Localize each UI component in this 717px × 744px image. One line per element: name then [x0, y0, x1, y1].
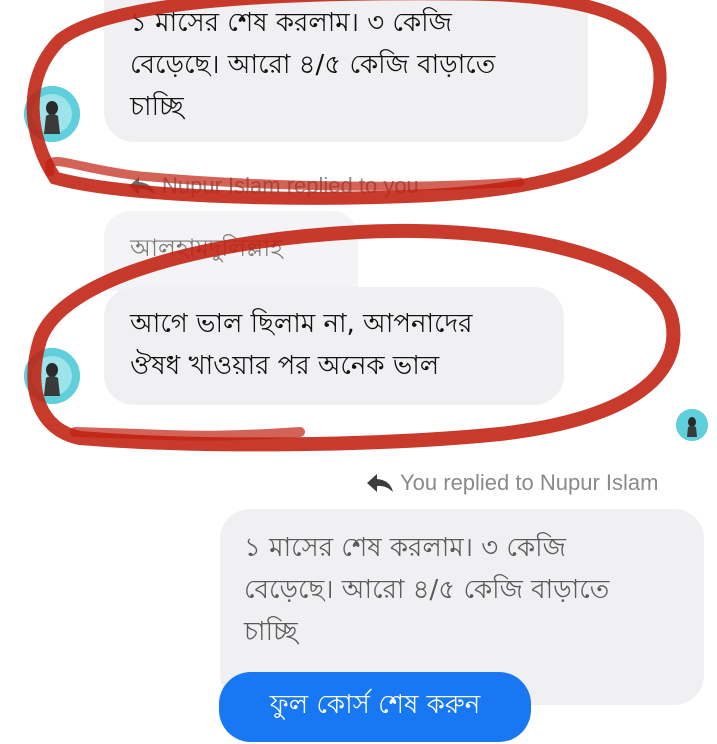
annotation-circle-bottom-stroke2 [70, 427, 305, 441]
quoted-message-text: আলহামদুলিল্লাহ [130, 234, 283, 262]
quoted-outgoing-line1: ১ মাসের শেষ করলাম। ৩ কেজি [244, 533, 566, 563]
avatar-icon [24, 86, 80, 142]
quoted-outgoing-line3: চাচ্ছি [244, 617, 298, 647]
avatar-icon [676, 409, 708, 441]
incoming-message-1-line1: ১ মাসের শেষ করলাম। ৩ কেজি [130, 8, 452, 38]
reply-note-1-text: Nupur Islam replied to you [162, 173, 419, 198]
reply-arrow-icon [367, 474, 393, 492]
incoming-message-1[interactable]: ১ মাসের শেষ করলাম। ৩ কেজি বেড়েছে। আরো ৪… [104, 0, 588, 142]
incoming-message-2[interactable]: আগে ভাল ছিলাম না, আপনাদের ঔষধ খাওয়ার পর… [104, 287, 564, 405]
sender-avatar-1[interactable] [24, 86, 80, 142]
avatar-icon [24, 348, 80, 404]
reply-note-2: You replied to Nupur Islam [366, 470, 658, 496]
incoming-message-2-line2: ঔষধ খাওয়ার পর অনেক ভাল [130, 351, 440, 381]
incoming-message-1-line2: বেড়েছে। আরো ৪/৫ কেজি বাড়াতে [130, 50, 496, 80]
reply-note-1: Nupur Islam replied to you [128, 173, 419, 199]
reply-arrow-icon [129, 177, 155, 195]
outgoing-message[interactable]: ফুল কোর্স শেষ করুন [219, 672, 531, 742]
seen-avatar [676, 409, 708, 441]
quoted-outgoing-line2: বেড়েছে। আরো ৪/৫ কেজি বাড়াতে [244, 575, 610, 605]
quoted-message[interactable]: আলহামদুলিল্লাহ [104, 211, 358, 291]
reply-note-2-text: You replied to Nupur Islam [400, 470, 659, 495]
incoming-message-1-line3: চাচ্ছি [130, 92, 184, 122]
outgoing-message-text: ফুল কোর্স শেষ করুন [269, 690, 481, 720]
incoming-message-2-line1: আগে ভাল ছিলাম না, আপনাদের [130, 309, 473, 339]
sender-avatar-2[interactable] [24, 348, 80, 404]
